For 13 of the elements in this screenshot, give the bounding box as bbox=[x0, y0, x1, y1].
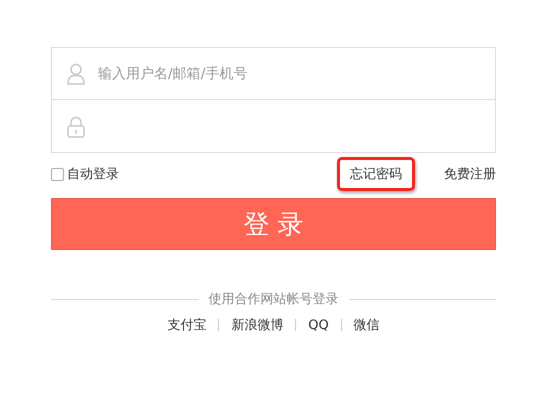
username-field[interactable]: 输入用户名/邮箱/手机号 bbox=[51, 47, 496, 100]
register-link[interactable]: 免费注册 bbox=[431, 157, 496, 191]
partner-link[interactable]: 微信 bbox=[354, 316, 380, 334]
partner-link[interactable]: 新浪微博 bbox=[231, 316, 284, 334]
forgot-password-link[interactable]: 忘记密码 bbox=[337, 157, 415, 191]
user-icon bbox=[67, 63, 85, 85]
partner-link[interactable]: 支付宝 bbox=[167, 316, 206, 334]
checkbox[interactable] bbox=[51, 168, 64, 180]
auto-login-label: 自动登录 bbox=[67, 166, 119, 183]
lock-icon bbox=[67, 116, 85, 138]
partner-login-title: 使用合作网站帐号登录 bbox=[208, 291, 338, 308]
password-field[interactable] bbox=[51, 100, 496, 153]
partner-link[interactable]: QQ bbox=[308, 318, 329, 332]
